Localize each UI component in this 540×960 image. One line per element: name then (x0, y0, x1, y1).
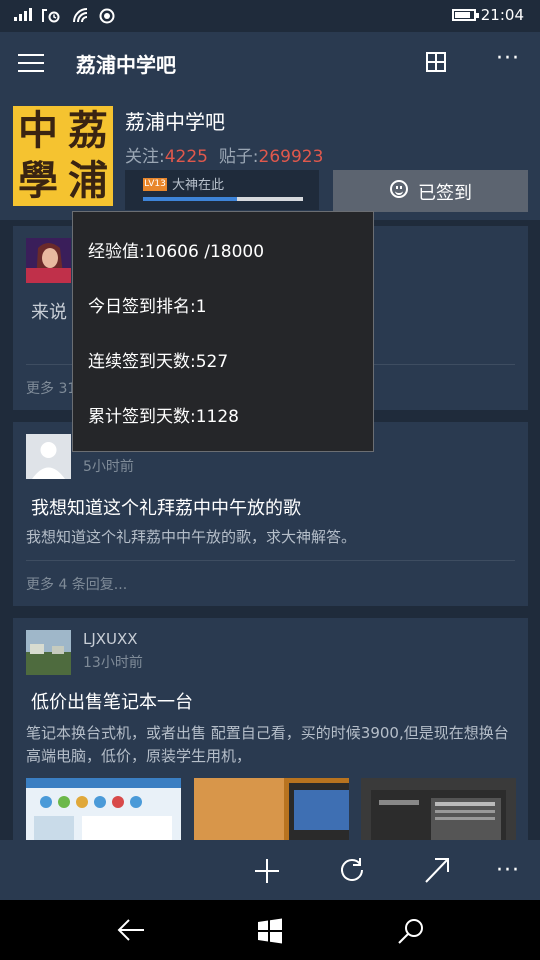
level-title: 大神在此 (172, 178, 225, 193)
sign-streak: 连续签到天数:527 (88, 352, 229, 372)
battery-icon (452, 9, 479, 21)
signed-in-label: 已签到 (418, 183, 472, 204)
posts-count: 269923 (258, 147, 324, 167)
status-bar: 21:04 (0, 0, 540, 32)
forum-logo: 中荔 學浦 (13, 106, 113, 206)
sign-in-stats-popup: 经验值:10606 /18000 今日签到排名:1 连续签到天数:527 累计签… (72, 211, 374, 452)
sign-total: 累计签到天数:1128 (88, 407, 239, 427)
share-icon[interactable] (423, 856, 451, 884)
post-time: 5小时前 (83, 459, 134, 475)
more-icon[interactable]: ··· (496, 858, 520, 883)
forum-name: 荔浦中学吧 (125, 110, 225, 134)
location-icon (99, 8, 115, 24)
windows-icon[interactable] (257, 918, 283, 944)
refresh-icon[interactable] (338, 856, 366, 884)
app-bar: ··· (0, 840, 540, 900)
smile-icon (390, 180, 408, 198)
back-icon[interactable] (117, 918, 145, 942)
search-icon[interactable] (397, 917, 425, 945)
post-time: 13小时前 (83, 655, 143, 671)
post-title: 来说 (31, 302, 67, 323)
hamburger-menu-icon[interactable] (18, 54, 44, 72)
more-replies-link[interactable]: 更多 31 (26, 378, 76, 398)
avatar (26, 434, 71, 479)
post-body: 我想知道这个礼拜荔中中午放的歌，求大神解答。 (26, 528, 357, 546)
level-panel[interactable]: LV13 大神在此 (125, 170, 319, 210)
wifi-icon (73, 8, 88, 23)
sim-icon (42, 9, 60, 23)
system-nav-bar (0, 900, 540, 960)
level-badge: LV13 (143, 178, 167, 191)
forum-stats: 关注:4225 贴子:269923 (125, 147, 324, 167)
avatar (26, 630, 71, 675)
post-title[interactable]: 低价出售笔记本一台 (31, 688, 193, 714)
post-image[interactable] (26, 778, 181, 840)
forum-header: 中荔 學浦 荔浦中学吧 关注:4225 贴子:269923 LV13 大神在此 … (0, 94, 540, 220)
post-author[interactable]: LJXUXX (83, 630, 138, 648)
post-title[interactable]: 我想知道这个礼拜荔中中午放的歌 (31, 494, 301, 520)
title-bar: 荔浦中学吧 ··· (0, 32, 540, 94)
more-options-icon[interactable]: ··· (496, 46, 520, 71)
clock: 21:04 (480, 6, 524, 24)
exp-value: 经验值:10606 /18000 (88, 242, 265, 262)
avatar (26, 238, 71, 283)
divider (26, 560, 515, 561)
follow-count: 4225 (164, 147, 208, 167)
post-image[interactable] (194, 778, 349, 840)
level-progress-bar (143, 197, 303, 201)
add-icon[interactable] (253, 857, 281, 885)
more-replies-link[interactable]: 更多 4 条回复... (26, 574, 127, 594)
page-title: 荔浦中学吧 (76, 53, 176, 77)
signed-in-button[interactable]: 已签到 (333, 170, 528, 212)
post-image[interactable] (361, 778, 516, 840)
sign-rank: 今日签到排名:1 (88, 297, 207, 317)
post-body: 笔记本换台式机，或者出售 配置自己看，买的时候3900,但是现在想换台高端电脑，… (26, 724, 509, 765)
signal-icon (14, 8, 32, 21)
post-card[interactable]: LJXUXX 13小时前 低价出售笔记本一台 笔记本换台式机，或者出售 配置自己… (13, 618, 528, 840)
grid-view-icon[interactable] (426, 52, 446, 72)
